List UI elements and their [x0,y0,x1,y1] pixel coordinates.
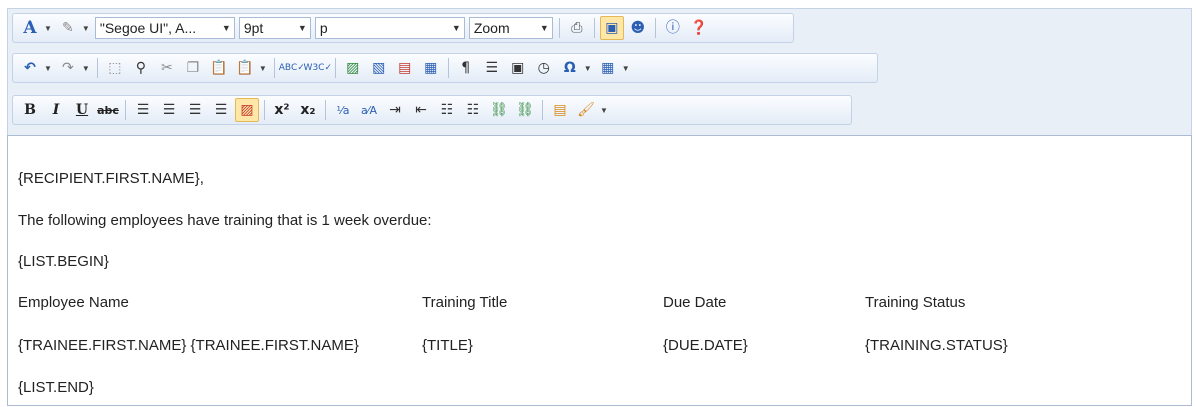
print-icon[interactable]: ⎙ [565,16,589,40]
justify-icon[interactable]: ☰ [209,98,233,122]
table-header-employee-name: Employee Name [18,294,129,311]
media-icon[interactable]: ▦ [419,56,443,80]
redo-dropdown-icon[interactable]: ▼ [82,64,90,73]
paste-special-icon[interactable]: 📋 [233,56,257,80]
insert-symbol-icon[interactable]: ▤ [548,98,572,122]
toolbar-separator [96,58,98,78]
table-cell-title: {TITLE} [422,337,473,354]
paragraph-style-select[interactable]: p ▼ [314,17,465,39]
horizontal-rule-icon[interactable]: ☰ [480,56,504,80]
format-stripper-icon[interactable]: 🖌 [574,98,598,122]
paragraph-mark-icon[interactable]: ¶ [454,56,478,80]
outdent-icon[interactable]: ⇤ [409,98,433,122]
bold-icon[interactable]: B [18,98,42,122]
bulleted-list-icon[interactable]: ☷ [461,98,485,122]
toolbar-separator [447,58,449,78]
toolbar-separator [325,100,326,120]
table-header-training-title: Training Title [422,294,508,311]
editor-content-area[interactable]: {RECIPIENT.FIRST.NAME}, The following em… [7,135,1192,406]
zoom-select[interactable]: Zoom ▼ [468,17,553,39]
list-begin-line: {LIST.BEGIN} [18,253,109,270]
font-color-icon[interactable]: A [18,16,42,40]
convert-upper-icon[interactable]: a⁄A [357,98,381,122]
toolbar-separator [593,18,595,38]
copy-icon[interactable]: ❐ [181,56,205,80]
toolbar-separator [558,18,560,38]
select-all-icon[interactable]: ⬚ [103,56,127,80]
underline-icon[interactable]: U [70,98,94,122]
font-name-value: "Segoe UI", A... [99,20,197,36]
align-right-icon[interactable]: ☰ [183,98,207,122]
redo-icon[interactable]: ↷ [56,56,80,80]
subscript-icon[interactable]: x₂ [296,98,320,122]
toolbar-area: A ▼ ✎ ▼ "Segoe UI", A... ▼ 9pt ▼ p ▼ Zoom ▼ … [7,8,1192,135]
toolbar-row-1: A ▼ ✎ ▼ "Segoe UI", A... ▼ 9pt ▼ p ▼ Zoom ▼ … [12,13,794,43]
help-icon[interactable]: ❓ [687,16,711,40]
toolbar-row-3: B I U abc ☰ ☰ ☰ ☰ ▨ x² x₂ ⅟a a⁄A ⇥ ⇤ ☷ ☷… [12,95,852,125]
highlight-dropdown-icon[interactable]: ▼ [82,24,90,33]
undo-dropdown-icon[interactable]: ▼ [44,64,52,73]
paragraph-style-value: p [319,20,328,36]
table-cell-due-date: {DUE.DATE} [663,337,748,354]
convert-lower-icon[interactable]: ⅟a [331,98,355,122]
user-icon[interactable]: ☻ [626,16,650,40]
remove-alignment-icon[interactable]: ▨ [235,98,259,122]
image-map-icon[interactable]: ▧ [367,56,391,80]
zoom-value: Zoom [473,20,510,36]
chevron-down-icon: ▼ [451,23,461,33]
unlink-icon[interactable]: ⛓ [513,98,537,122]
date-time-icon[interactable]: ◷ [532,56,556,80]
paste-dropdown-icon[interactable]: ▼ [259,64,267,73]
link-icon[interactable]: ⛓ [487,98,511,122]
toolbar-separator [334,58,336,78]
spellcheck-icon[interactable]: ABC✓ [279,56,305,80]
highlight-icon[interactable]: ✎ [56,16,80,40]
indent-icon[interactable]: ⇥ [383,98,407,122]
font-name-select[interactable]: "Segoe UI", A... ▼ [94,17,235,39]
paste-icon[interactable]: 📋 [207,56,231,80]
special-character-dropdown-icon[interactable]: ▼ [584,64,592,73]
table-cell-training-status: {TRAINING.STATUS} [865,337,1008,354]
strikethrough-icon[interactable]: abc [96,98,120,122]
font-size-select[interactable]: 9pt ▼ [238,17,311,39]
list-end-line: {LIST.END} [18,379,94,396]
table-icon[interactable]: ▦ [596,56,620,80]
info-icon[interactable]: ⓘ [661,16,685,40]
table-cell-trainee-name: {TRAINEE.FIRST.NAME} {TRAINEE.FIRST.NAME… [18,337,359,354]
design-view-icon[interactable]: ▣ [599,16,624,40]
numbered-list-icon[interactable]: ☷ [435,98,459,122]
find-icon[interactable]: ⚲ [129,56,153,80]
font-size-value: 9pt [243,20,264,36]
form-icon[interactable]: ▣ [506,56,530,80]
font-color-dropdown-icon[interactable]: ▼ [44,24,52,33]
table-header-training-status: Training Status [865,294,966,311]
rich-text-editor: A ▼ ✎ ▼ "Segoe UI", A... ▼ 9pt ▼ p ▼ Zoom ▼ … [7,8,1192,406]
table-header-due-date: Due Date [663,294,727,311]
toolbar-separator [125,100,126,120]
chevron-down-icon: ▼ [221,23,231,33]
cut-icon[interactable]: ✂ [155,56,179,80]
flash-icon[interactable]: ▤ [393,56,417,80]
align-left-icon[interactable]: ☰ [131,98,155,122]
table-dropdown-icon[interactable]: ▼ [622,64,630,73]
undo-icon[interactable]: ↶ [18,56,42,80]
format-stripper-dropdown-icon[interactable]: ▼ [600,106,608,115]
image-icon[interactable]: ▨ [341,56,365,80]
intro-line: The following employees have training th… [18,212,432,229]
toolbar-row-2: ↶ ▼ ↷ ▼ ⬚ ⚲ ✂ ❐ 📋 📋 ▼ ABC✓ W3C✓ ▨ ▧ ▤ ▦ … [12,53,878,83]
w3c-validate-icon[interactable]: W3C✓ [304,56,332,80]
toolbar-separator [273,58,275,78]
toolbar-separator [654,18,656,38]
chevron-down-icon: ▼ [539,23,549,33]
greeting-line: {RECIPIENT.FIRST.NAME}, [18,170,204,187]
toolbar-separator [264,100,265,120]
align-center-icon[interactable]: ☰ [157,98,181,122]
toolbar-separator [542,100,543,120]
italic-icon[interactable]: I [44,98,68,122]
chevron-down-icon: ▼ [297,23,307,33]
superscript-icon[interactable]: x² [270,98,294,122]
special-character-icon[interactable]: Ω [558,56,582,80]
